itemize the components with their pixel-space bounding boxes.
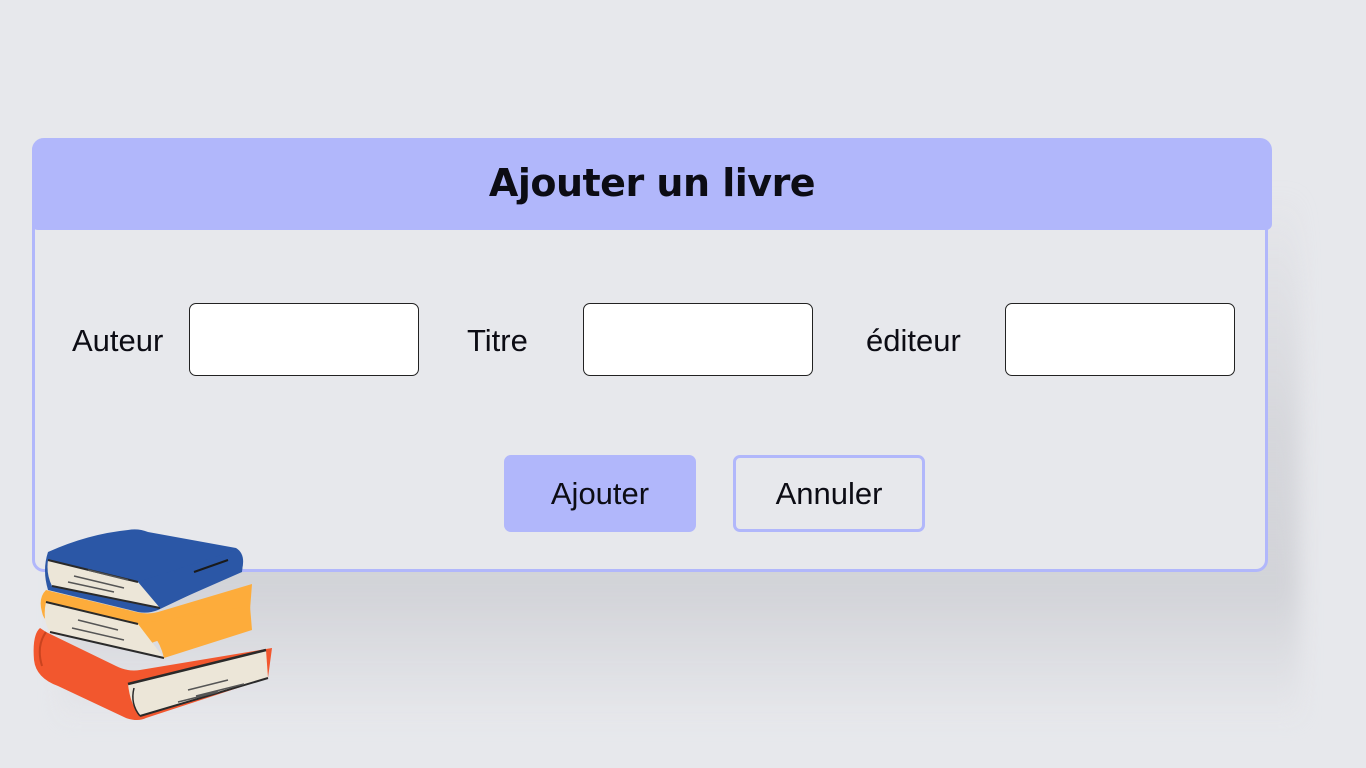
- page: Ajouter un livre Auteur Titre éditeur Aj…: [0, 0, 1366, 768]
- title-input[interactable]: [583, 303, 813, 376]
- author-label: Auteur: [72, 323, 164, 358]
- dialog-title: Ajouter un livre: [488, 161, 816, 205]
- cancel-button[interactable]: Annuler: [733, 455, 925, 532]
- author-input[interactable]: [189, 303, 419, 376]
- books-stack-icon: [33, 529, 272, 720]
- publisher-label: éditeur: [866, 323, 961, 358]
- add-button[interactable]: Ajouter: [504, 455, 696, 532]
- dialog-header: Ajouter un livre: [32, 138, 1272, 230]
- title-label: Titre: [467, 323, 528, 358]
- publisher-input[interactable]: [1005, 303, 1235, 376]
